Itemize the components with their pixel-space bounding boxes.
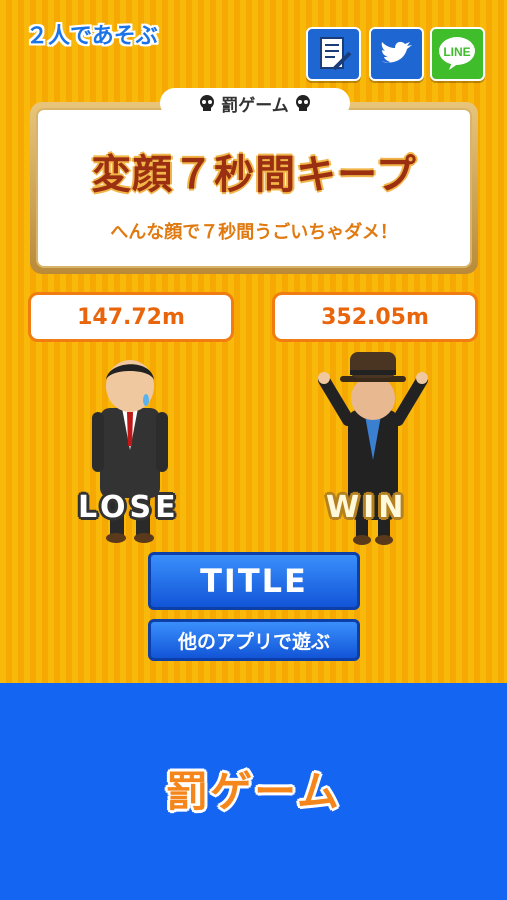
line-icon: LINE: [439, 37, 475, 70]
banner-text: 罰ゲーム: [166, 767, 341, 816]
mode-label: ２人であそぶ: [26, 24, 158, 49]
penalty-card: 変顔７秒間キープ へんな顔で７秒間うごいちゃダメ！: [30, 102, 478, 274]
twitter-share-button[interactable]: [369, 27, 424, 81]
penalty-heading-badge: 罰ゲーム: [160, 88, 350, 118]
penalty-heading: 罰ゲーム: [221, 95, 289, 116]
skull-icon: [295, 95, 310, 111]
twitter-icon: [381, 41, 412, 63]
memo-share-button[interactable]: [306, 27, 361, 81]
title-button[interactable]: TITLE: [148, 552, 360, 610]
player1-distance: 147.72m: [28, 292, 234, 342]
penalty-name: 変顔７秒間キープ: [91, 152, 417, 198]
penalty-description: へんな顔で７秒間うごいちゃダメ！: [110, 222, 398, 243]
line-label: LINE: [443, 45, 470, 59]
memo-icon: [320, 37, 352, 71]
skull-icon: [200, 95, 215, 111]
other-apps-button[interactable]: 他のアプリで遊ぶ: [148, 619, 360, 661]
player2-result: WIN: [326, 490, 408, 525]
player2-distance: 352.05m: [272, 292, 478, 342]
line-share-button[interactable]: LINE: [430, 27, 485, 81]
penalty-card-inner: 変顔７秒間キープ へんな顔で７秒間うごいちゃダメ！: [36, 108, 472, 268]
player1-result: LOSE: [78, 490, 180, 525]
